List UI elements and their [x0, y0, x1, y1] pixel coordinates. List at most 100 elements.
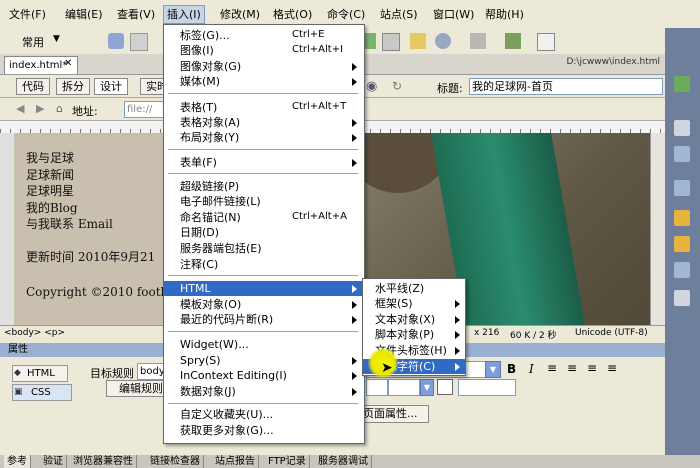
hyperlink-icon[interactable] — [108, 33, 124, 49]
menu-item-image[interactable]: 图像(I) — [180, 43, 214, 58]
assets-panel-icon[interactable] — [674, 236, 690, 252]
menu-command[interactable]: 命令(C) — [324, 6, 368, 23]
code-view-button[interactable]: 代码 — [16, 78, 50, 95]
menu-item-data-objects[interactable]: 数据对象(J) — [180, 384, 236, 399]
align-left-icon[interactable]: ≡ — [547, 361, 557, 375]
tab-ftp-log[interactable]: FTP记录 — [265, 455, 310, 468]
css-panel-icon[interactable] — [674, 120, 690, 136]
tab-link-checker[interactable]: 链接检查器 — [147, 455, 204, 468]
menu-item-hyperlink[interactable]: 超级链接(P) — [180, 179, 239, 194]
color-input[interactable] — [458, 379, 516, 396]
script-icon[interactable] — [435, 33, 451, 49]
menu-help[interactable]: 帮助(H) — [482, 6, 527, 23]
chevron-down-icon[interactable]: ▼ — [485, 361, 501, 378]
menu-item-spry[interactable]: Spry(S) — [180, 353, 221, 368]
menu-item-ssi[interactable]: 服务器端包括(E) — [180, 241, 262, 256]
design-view-button[interactable]: 设计 — [94, 78, 128, 95]
submenu-item-script-objects[interactable]: 脚本对象(P) — [375, 327, 434, 342]
snippets-panel-icon[interactable] — [674, 262, 690, 278]
snippet-icon[interactable] — [505, 33, 521, 49]
behaviors-icon[interactable] — [674, 290, 690, 306]
italic-icon[interactable]: I — [529, 362, 534, 376]
menu-item-form[interactable]: 表单(F) — [180, 155, 217, 170]
nav-link-football[interactable]: 我与足球 — [26, 149, 74, 166]
menu-item-widget[interactable]: Widget(W)... — [180, 337, 249, 352]
bold-icon[interactable]: B — [507, 362, 516, 376]
menu-insert[interactable]: 插入(I) — [163, 5, 205, 24]
menu-modify[interactable]: 修改(M) — [217, 6, 263, 23]
chevron-down-icon[interactable]: ▼ — [420, 379, 434, 396]
justify-icon[interactable]: ≡ — [607, 361, 617, 375]
color-picker[interactable] — [437, 379, 453, 395]
menu-item-comment[interactable]: 注释(C) — [180, 257, 218, 272]
tag-chooser-icon[interactable] — [382, 33, 400, 51]
chevron-down-icon[interactable]: ▼ — [53, 34, 60, 44]
vertical-scrollbar[interactable] — [650, 133, 666, 325]
menu-item-table[interactable]: 表格(T) — [180, 100, 217, 115]
nav-link-contact[interactable]: 与我联系 Email — [26, 215, 113, 232]
menu-item-email-link[interactable]: 电子邮件链接(L) — [180, 194, 261, 209]
window-size[interactable]: x 216 — [474, 328, 499, 338]
nav-link-stars[interactable]: 足球明星 — [26, 182, 74, 199]
title-input[interactable]: 我的足球网-首页 — [469, 78, 663, 95]
menu-file[interactable]: 文件(F) — [6, 6, 49, 23]
target-rule-label: 目标规则 — [90, 367, 134, 380]
menu-separator — [168, 275, 358, 276]
home-icon[interactable]: ⌂ — [56, 102, 63, 115]
forward-icon[interactable]: ▶ — [36, 102, 44, 115]
menu-item-media[interactable]: 媒体(M) — [180, 74, 220, 89]
tag-inspector-icon[interactable] — [674, 180, 690, 196]
tab-server-debug[interactable]: 服务器调试 — [315, 455, 372, 468]
tab-browser-compat[interactable]: 浏览器兼容性 — [70, 455, 137, 468]
submenu-item-hr[interactable]: 水平线(Z) — [375, 281, 424, 296]
menu-format[interactable]: 格式(O) — [270, 6, 315, 23]
menu-edit[interactable]: 编辑(E) — [62, 6, 106, 23]
widget-icon[interactable] — [410, 33, 426, 49]
menu-item-html[interactable]: HTML — [164, 281, 364, 296]
results-tabs: 参考 验证 浏览器兼容性 链接检查器 站点报告 FTP记录 服务器调试 — [0, 455, 700, 468]
submenu-item-text-objects[interactable]: 文本对象(X) — [375, 312, 435, 327]
size-unit-select[interactable] — [366, 379, 388, 396]
menu-view[interactable]: 查看(V) — [114, 6, 158, 23]
menu-item-favorites[interactable]: 自定义收藏夹(U)... — [180, 407, 273, 422]
split-view-button[interactable]: 拆分 — [56, 78, 90, 95]
nav-link-news[interactable]: 足球新闻 — [26, 166, 74, 183]
menu-item-image-objects[interactable]: 图像对象(G) — [180, 59, 241, 74]
toolbar-category[interactable]: 常用 — [22, 34, 44, 50]
insert-panel-icon[interactable] — [674, 76, 690, 92]
menu-item-date[interactable]: 日期(D) — [180, 225, 219, 240]
unit-select[interactable] — [388, 379, 420, 396]
back-icon[interactable]: ◀ — [16, 102, 24, 115]
preview-icon[interactable]: ◉ — [366, 79, 377, 94]
menu-item-tag[interactable]: 标签(G)... — [180, 28, 230, 43]
page-icon[interactable] — [537, 33, 555, 51]
nav-link-blog[interactable]: 我的Blog — [26, 199, 78, 216]
align-center-icon[interactable]: ≡ — [567, 361, 577, 375]
menu-item-recent-snippets[interactable]: 最近的代码片断(R) — [180, 312, 273, 327]
tab-validation[interactable]: 验证 — [40, 455, 67, 468]
files-panel-icon[interactable] — [674, 210, 690, 226]
tab-site-reports[interactable]: 站点报告 — [212, 455, 259, 468]
menu-item-layout-objects[interactable]: 布局对象(Y) — [180, 130, 239, 145]
submenu-item-frames[interactable]: 框架(S) — [375, 296, 413, 311]
comment-icon[interactable] — [470, 33, 486, 49]
align-right-icon[interactable]: ≡ — [587, 361, 597, 375]
refresh-icon[interactable]: ↻ — [392, 79, 402, 93]
menu-item-more-objects[interactable]: 获取更多对象(G)... — [180, 423, 274, 438]
address-input[interactable]: file:// — [124, 101, 168, 118]
menu-site[interactable]: 站点(S) — [377, 6, 421, 23]
close-icon[interactable]: ✕ — [64, 58, 72, 69]
ap-elements-icon[interactable] — [674, 146, 690, 162]
menu-item-named-anchor[interactable]: 命名锚记(N) — [180, 210, 241, 225]
menu-window[interactable]: 窗口(W) — [430, 6, 477, 23]
email-icon[interactable] — [130, 33, 148, 51]
menu-separator — [168, 173, 358, 174]
submenu-arrow-icon — [352, 301, 357, 309]
page-properties-button[interactable]: 页面属性... — [358, 405, 429, 423]
tag-selector[interactable]: <body> <p> — [4, 328, 65, 338]
menu-item-template-objects[interactable]: 模板对象(O) — [180, 297, 241, 312]
menu-item-table-objects[interactable]: 表格对象(A) — [180, 115, 240, 130]
tab-reference[interactable]: 参考 — [4, 455, 31, 468]
submenu-arrow-icon — [455, 300, 460, 308]
menu-item-incontext[interactable]: InContext Editing(I) — [180, 368, 287, 383]
